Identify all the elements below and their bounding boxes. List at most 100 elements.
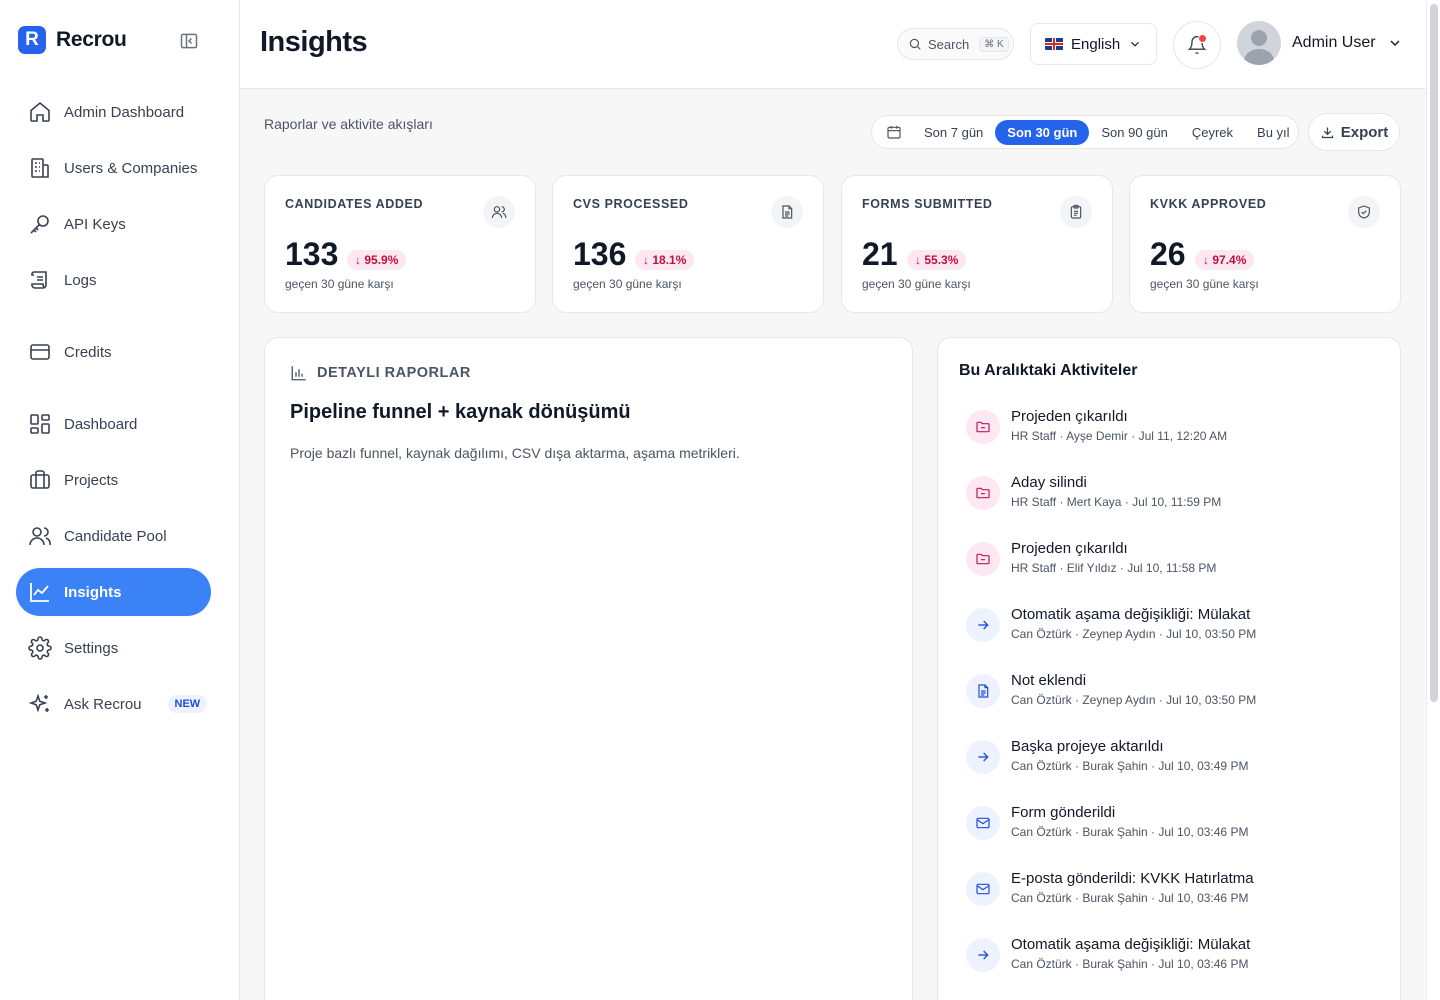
sidebar-item-insights[interactable]: Insights [16, 568, 211, 616]
export-button[interactable]: Export [1308, 113, 1400, 151]
search-button[interactable]: Search ⌘ K [897, 28, 1014, 60]
sidebar-item-dashboard[interactable]: Dashboard [16, 400, 211, 448]
stat-delta-value: 18.1% [652, 253, 687, 267]
sidebar-item-label: Admin Dashboard [64, 103, 185, 121]
reports-kicker: DETAYLI RAPORLAR [290, 364, 471, 382]
arrow-right-icon [966, 608, 1000, 642]
uk-flag-icon [1045, 38, 1063, 50]
stat-caption: geçen 30 güne karşı [285, 277, 394, 291]
sidebar-item-label: Logs [64, 271, 97, 289]
folder-remove-icon [966, 410, 1000, 444]
activity-item-title: Otomatik aşama değişikliği: Mülakat [1011, 606, 1251, 623]
key-icon [30, 215, 49, 234]
activity-item-meta: HR Staff · Elif Yıldız · Jul 10, 11:58 P… [1011, 561, 1217, 575]
activity-item-title: Aday silindi [1011, 474, 1087, 491]
user-name: Admin User [1292, 34, 1376, 51]
activity-item[interactable]: Başka projeye aktarıldı Can Öztürk · Bur… [966, 734, 1386, 784]
activity-item[interactable]: Form gönderildi Can Öztürk · Burak Şahin… [966, 800, 1386, 850]
sidebar-item-ask-recrou[interactable]: Ask Recrou NEW [16, 680, 211, 728]
scrollbar-thumb[interactable] [1430, 4, 1438, 702]
stat-value: 133 [285, 236, 339, 272]
stat-delta-value: 55.3% [924, 253, 959, 267]
notifications-button[interactable] [1173, 21, 1221, 69]
sidebar-item-label: Projects [64, 471, 119, 489]
activity-item[interactable]: Otomatik aşama değişikliği: Mülakat Can … [966, 602, 1386, 652]
detailed-reports-card[interactable]: DETAYLI RAPORLAR Pipeline funnel + kayna… [264, 337, 913, 1000]
credit-card-icon [30, 344, 50, 360]
stat-card-kvkk-approved: KVKK APPROVED 26 ↓ 97.4% geçen 30 güne k… [1129, 175, 1401, 313]
export-label: Export [1340, 123, 1389, 141]
stat-value: 26 [1150, 236, 1186, 272]
activity-item[interactable]: Projeden çıkarıldı HR Staff · Elif Yıldı… [966, 536, 1386, 586]
activity-item-meta: HR Staff · Mert Kaya · Jul 10, 11:59 PM [1011, 495, 1222, 509]
dashboard-grid-icon [30, 414, 50, 434]
sidebar-item-credits[interactable]: Credits [16, 328, 211, 376]
activity-item[interactable]: Otomatik aşama değişikliği: Mülakat Can … [966, 932, 1386, 982]
stat-label: CVS PROCESSED [573, 197, 689, 211]
collapse-sidebar-button[interactable] [178, 30, 200, 52]
gear-icon [28, 636, 52, 660]
download-icon [1321, 127, 1333, 138]
folder-remove-icon [966, 476, 1000, 510]
users-icon [29, 527, 51, 546]
sidebar-item-api-keys[interactable]: API Keys [16, 200, 211, 248]
range-last-7-days[interactable]: Son 7 gün [912, 120, 995, 145]
range-last-30-days[interactable]: Son 30 gün [995, 119, 1090, 145]
page-subtitle: Raporlar ve aktivite akışları [264, 116, 433, 132]
sidebar-item-settings[interactable]: Settings [16, 624, 211, 672]
range-quarter[interactable]: Çeyrek [1180, 120, 1245, 145]
sidebar-item-label: Settings [64, 639, 119, 657]
sidebar-item-logs[interactable]: Logs [16, 256, 211, 304]
sidebar-item-label: Candidate Pool [64, 527, 167, 545]
shield-check-icon [1348, 196, 1380, 228]
sidebar-item-users-companies[interactable]: Users & Companies [16, 144, 211, 192]
activity-item[interactable]: Projeden çıkarıldı HR Staff · Ayşe Demir… [966, 404, 1386, 454]
chart-line-icon [30, 583, 49, 602]
activity-item-title: Projeden çıkarıldı [1011, 540, 1128, 557]
stat-label: FORMS SUBMITTED [862, 197, 993, 211]
activity-item-meta: Can Öztürk · Burak Şahin · Jul 10, 03:46… [1011, 825, 1249, 839]
mail-icon [966, 872, 1000, 906]
activity-item[interactable]: Aday silindi HR Staff · Mert Kaya · Jul … [966, 470, 1386, 520]
activity-item-title: Projeden çıkarıldı [1011, 408, 1128, 425]
stat-value: 21 [862, 236, 898, 272]
language-select[interactable]: English [1030, 23, 1157, 65]
users-icon [483, 196, 515, 228]
language-label: English [1071, 35, 1121, 53]
stat-delta-value: 97.4% [1212, 253, 1247, 267]
stat-delta-badge: ↓ 97.4% [1195, 250, 1255, 270]
note-icon [966, 674, 1000, 708]
user-menu[interactable]: Admin User [1237, 21, 1403, 65]
stat-label: CANDIDATES ADDED [285, 197, 424, 211]
activity-title: Bu Aralıktaki Aktiviteler [959, 362, 1138, 379]
activity-item-meta: Can Öztürk · Zeynep Aydın · Jul 10, 03:5… [1011, 693, 1257, 707]
search-icon [909, 38, 921, 50]
stat-value: 136 [573, 236, 627, 272]
stat-label: KVKK APPROVED [1150, 197, 1267, 211]
brand-name: Recrou [56, 28, 127, 51]
brand[interactable]: R Recrou [18, 26, 127, 54]
notification-dot [1198, 34, 1207, 43]
stat-delta-badge: ↓ 55.3% [907, 250, 967, 270]
stat-caption: geçen 30 güne karşı [862, 277, 971, 291]
activity-item[interactable]: E-posta gönderildi: KVKK Hatırlatma Can … [966, 866, 1386, 916]
folder-remove-icon [966, 542, 1000, 576]
range-this-year[interactable]: Bu yıl [1245, 120, 1302, 145]
sidebar-item-admin-dashboard[interactable]: Admin Dashboard [16, 88, 211, 136]
range-last-90-days[interactable]: Son 90 gün [1089, 120, 1180, 145]
chevron-down-icon [1131, 41, 1140, 47]
sidebar-item-projects[interactable]: Projects [16, 456, 211, 504]
sidebar-item-label: Users & Companies [64, 159, 198, 177]
page-title: Insights [260, 26, 368, 58]
sidebar-item-candidate-pool[interactable]: Candidate Pool [16, 512, 211, 560]
sidebar-collapse-icon [180, 33, 198, 49]
activity-item-meta: HR Staff · Ayşe Demir · Jul 11, 12:20 AM [1011, 429, 1228, 443]
building-icon [31, 158, 49, 178]
activity-item[interactable]: Not eklendi Can Öztürk · Zeynep Aydın · … [966, 668, 1386, 718]
reports-title: Pipeline funnel + kaynak dönüşümü [290, 401, 631, 423]
stat-card-cvs-processed: CVS PROCESSED 136 ↓ 18.1% geçen 30 güne … [552, 175, 824, 313]
bar-chart-icon [291, 366, 306, 381]
activity-item-title: E-posta gönderildi: KVKK Hatırlatma [1011, 870, 1254, 887]
page-scrollbar[interactable] [1426, 0, 1440, 1000]
sidebar-item-label: Ask Recrou [64, 695, 142, 713]
